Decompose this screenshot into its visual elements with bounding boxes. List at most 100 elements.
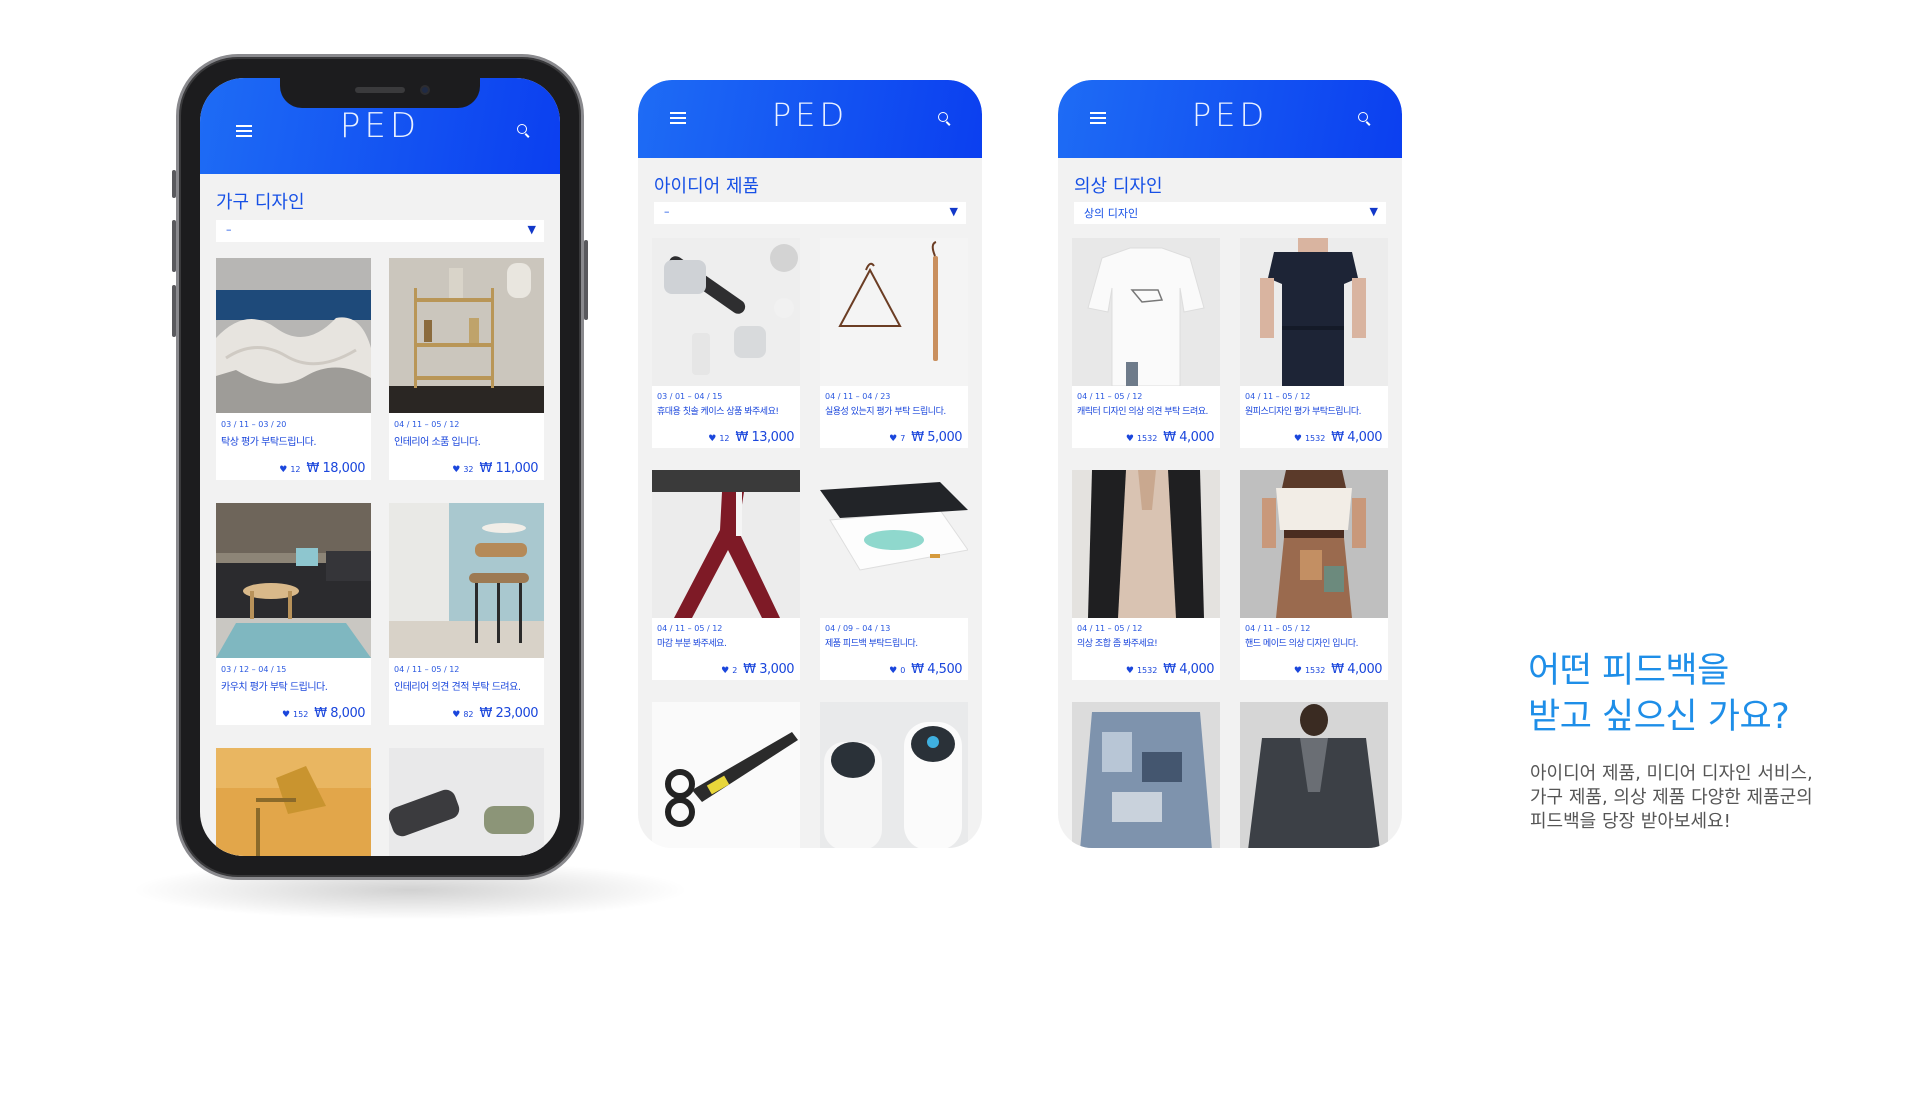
category-dropdown[interactable]: 상의 디자인 ▼ (1074, 202, 1386, 224)
product-card[interactable]: 04 / 11 – 05 / 12 원피스디자인 평가 부탁드립니다. ♥ 153… (1240, 238, 1388, 448)
heart-icon[interactable]: ♥ (1126, 434, 1134, 444)
card-title: 마감 부분 봐주세요. (657, 639, 727, 649)
product-image (1072, 702, 1220, 848)
product-image (652, 702, 800, 848)
product-card[interactable] (1072, 702, 1220, 848)
price: ₩ 18,000 (306, 461, 366, 476)
card-title: 인테리어 의견 견적 부탁 드려요. (394, 682, 521, 693)
product-card[interactable]: 04 / 11 – 05 / 12 인테리어 소품 입니다. ♥ 32 ₩ 11,0… (389, 258, 544, 480)
app-logo: PED (771, 96, 849, 134)
product-image (1240, 702, 1388, 848)
like-count: 1532 (1304, 434, 1326, 443)
product-card[interactable]: 04 / 11 – 05 / 12 인테리어 의견 견적 부탁 드려요. ♥ 82… (389, 503, 544, 725)
phone-mute-switch (172, 170, 176, 198)
category-title: 의상 디자인 (1074, 176, 1163, 197)
phone-power-button (584, 240, 588, 320)
product-card[interactable]: 04 / 11 – 05 / 12 캐릭터 디자인 의상 의견 부탁 드려요. … (1072, 238, 1220, 448)
heart-icon[interactable]: ♥ (1126, 666, 1134, 676)
product-card[interactable]: 04 / 11 – 05 / 12 마감 부분 봐주세요. ♥ 2 ₩ 3,000 (652, 470, 800, 680)
product-card[interactable] (389, 748, 544, 856)
product-image (1240, 238, 1388, 386)
search-icon[interactable] (938, 112, 948, 122)
search-icon[interactable] (517, 124, 527, 134)
product-card[interactable] (820, 702, 968, 848)
card-date: 03 / 12 – 04 / 15 (221, 665, 287, 674)
product-card[interactable] (216, 748, 371, 856)
card-title: 실용성 있는지 평가 부탁 드립니다. (825, 407, 946, 417)
price: ₩ 4,000 (1163, 662, 1214, 677)
like-count: 7 (900, 434, 906, 443)
product-image (1072, 238, 1220, 386)
heart-icon[interactable]: ♥ (721, 666, 729, 676)
heart-icon[interactable]: ♥ (708, 434, 716, 444)
product-card[interactable]: 03 / 12 – 04 / 15 카우치 평가 부탁 드립니다. ♥ 152 ₩ … (216, 503, 371, 725)
product-image (216, 748, 371, 856)
stage: PED 가구 디자인 – ▼ 03 / 11 – 03 / 20 탁상 평가 부… (0, 0, 1920, 1097)
category-title: 가구 디자인 (216, 192, 305, 213)
card-title: 의상 조합 좀 봐주세요! (1077, 639, 1158, 649)
like-count: 12 (719, 434, 730, 443)
heart-icon[interactable]: ♥ (889, 434, 897, 444)
tagline-description: 아이디어 제품, 미디어 디자인 서비스, 가구 제품, 의상 제품 다양한 제… (1530, 762, 1890, 834)
price: ₩ 13,000 (735, 430, 795, 445)
product-card[interactable] (1240, 702, 1388, 848)
like-count: 82 (463, 710, 474, 719)
product-card[interactable]: 04 / 11 – 05 / 12 의상 조합 좀 봐주세요! ♥ 1532 ₩ 4… (1072, 470, 1220, 680)
like-count: 2 (732, 666, 738, 675)
card-date: 04 / 11 – 05 / 12 (394, 665, 460, 674)
like-count: 1532 (1304, 666, 1326, 675)
card-title: 휴대용 칫솔 케이스 상품 봐주세요! (657, 407, 779, 417)
product-card[interactable] (652, 702, 800, 848)
tagline-description-line: 아이디어 제품, 미디어 디자인 서비스, (1530, 763, 1813, 784)
tagline-heading: 어떤 피드백을 받고 싶으신 가요? (1528, 648, 1888, 740)
card-date: 03 / 01 – 04 / 15 (657, 392, 723, 401)
like-count: 32 (463, 465, 474, 474)
search-icon[interactable] (1358, 112, 1368, 122)
caret-down-icon: ▼ (949, 205, 958, 218)
card-date: 04 / 11 – 05 / 12 (657, 624, 723, 633)
price: ₩ 3,000 (743, 662, 794, 677)
like-count: 152 (293, 710, 309, 719)
product-card[interactable]: 03 / 11 – 03 / 20 탁상 평가 부탁드립니다. ♥ 12 ₩ 18,… (216, 258, 371, 480)
card-date: 04 / 11 – 05 / 12 (1077, 624, 1143, 633)
heart-icon[interactable]: ♥ (279, 465, 287, 475)
heart-icon[interactable]: ♥ (452, 710, 460, 720)
product-image (1072, 470, 1220, 618)
product-card[interactable]: 04 / 09 – 04 / 13 제품 피드백 부탁드립니다. ♥ 0 ₩ 4,5… (820, 470, 968, 680)
product-image (820, 238, 968, 386)
screen-clothing: PED 의상 디자인 상의 디자인 ▼ 04 / 11 – 05 / 12 캐릭… (1058, 80, 1402, 848)
heart-icon[interactable]: ♥ (1294, 666, 1302, 676)
phone-volume-up (172, 220, 176, 272)
like-count: 12 (290, 465, 301, 474)
caret-down-icon: ▼ (1369, 205, 1378, 218)
product-card[interactable]: 03 / 01 – 04 / 15 휴대용 칫솔 케이스 상품 봐주세요! ♥ 1… (652, 238, 800, 448)
heart-icon[interactable]: ♥ (889, 666, 897, 676)
card-meta: ♥ 1532 ₩ 4,000 (1126, 658, 1215, 677)
card-meta: ♥ 152 ₩ 8,000 (282, 702, 366, 721)
speaker (355, 87, 405, 93)
card-meta: ♥ 0 ₩ 4,500 (889, 658, 962, 677)
card-title: 캐릭터 디자인 의상 의견 부탁 드려요. (1077, 407, 1208, 417)
product-image (652, 238, 800, 386)
dropdown-value: – (226, 223, 232, 236)
price: ₩ 4,000 (1163, 430, 1214, 445)
card-date: 04 / 11 – 04 / 23 (825, 392, 891, 401)
category-dropdown[interactable]: – ▼ (216, 220, 544, 242)
product-image (389, 258, 544, 413)
product-card[interactable]: 04 / 11 – 04 / 23 실용성 있는지 평가 부탁 드립니다. ♥ 7… (820, 238, 968, 448)
heart-icon[interactable]: ♥ (282, 710, 290, 720)
card-title: 핸드 메이드 의상 디자인 입니다. (1245, 639, 1358, 649)
card-title: 카우치 평가 부탁 드립니다. (221, 682, 328, 693)
app-logo: PED (1191, 96, 1269, 134)
price: ₩ 4,500 (911, 662, 962, 677)
card-meta: ♥ 1532 ₩ 4,000 (1294, 658, 1383, 677)
screen-idea: PED 아이디어 제품 – ▼ 03 / 01 – 04 / 15 휴대용 칫솔… (638, 80, 982, 848)
category-dropdown[interactable]: – ▼ (654, 202, 966, 224)
heart-icon[interactable]: ♥ (1294, 434, 1302, 444)
dropdown-value: – (664, 205, 670, 218)
product-card[interactable]: 04 / 11 – 05 / 12 핸드 메이드 의상 디자인 입니다. ♥ 15… (1240, 470, 1388, 680)
card-meta: ♥ 12 ₩ 13,000 (708, 426, 794, 445)
tagline-heading-line: 어떤 피드백을 (1528, 651, 1729, 691)
card-meta: ♥ 32 ₩ 11,000 (452, 457, 538, 476)
heart-icon[interactable]: ♥ (452, 465, 460, 475)
